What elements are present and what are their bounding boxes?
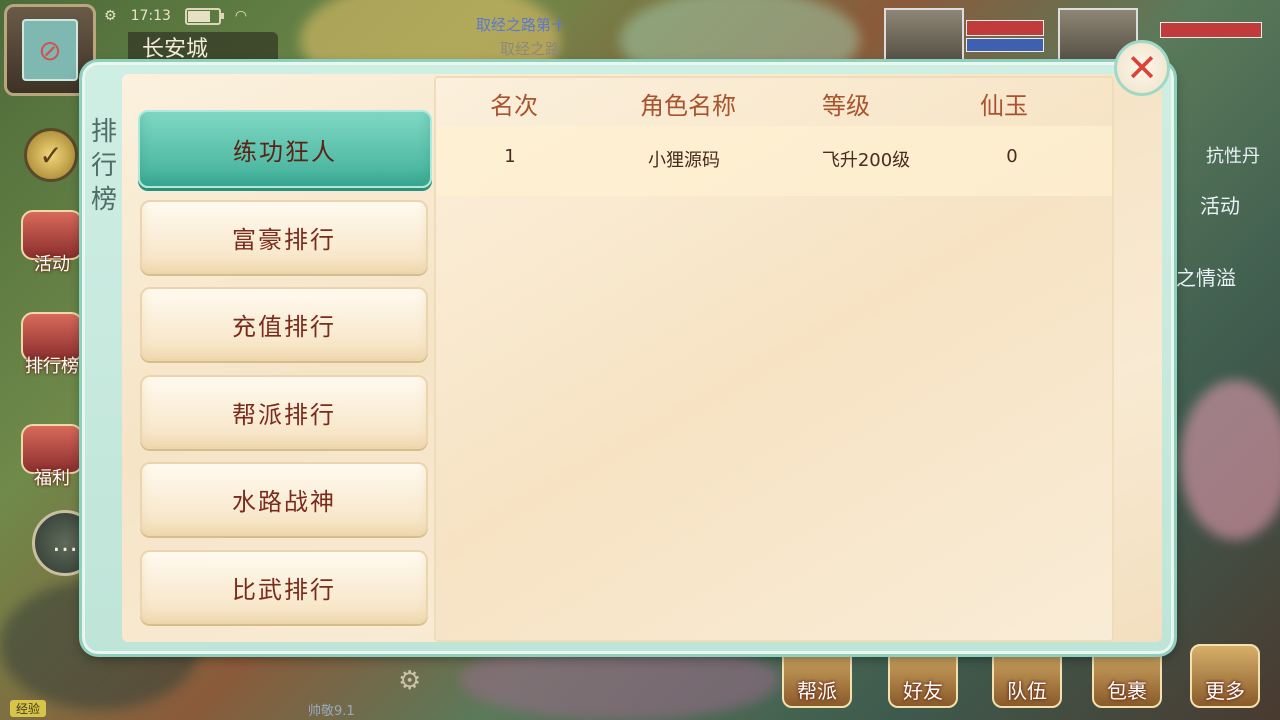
settings-gear-icon[interactable]: ⚙ (104, 8, 117, 24)
close-icon[interactable]: ✕ (1114, 40, 1170, 96)
category-tab-1[interactable]: 富豪排行 (140, 200, 428, 274)
column-header-level: 等级 (822, 92, 870, 120)
column-header-name: 角色名称 (640, 92, 736, 120)
status-bar: ⚙ 17:13 ◠ (104, 4, 247, 28)
map-icon: ⊘ (22, 19, 78, 81)
pet-mp-bar (966, 38, 1044, 52)
gear-icon[interactable]: ⚙ (398, 666, 421, 696)
table-header: 名次 角色名称 等级 仙玉 (436, 78, 1112, 124)
more-button[interactable]: 更多 (1190, 644, 1260, 708)
panel-title: 排行榜 (90, 117, 117, 215)
cell-jade: 0 (1006, 146, 1018, 167)
category-tab-4[interactable]: 水路战神 (140, 462, 428, 536)
category-tab-2[interactable]: 充值排行 (140, 287, 428, 361)
category-tab-0[interactable]: 练功狂人 (138, 110, 432, 188)
player-hp-bar (1160, 22, 1262, 38)
ranking-table: 名次 角色名称 等级 仙玉 1 小狸源码 飞升200级 0 (434, 76, 1114, 642)
bottom-text: 帅敬9.1 (308, 704, 355, 719)
cell-name: 小狸源码 (648, 150, 720, 171)
column-header-jade: 仙玉 (980, 92, 1028, 120)
right-activity-text[interactable]: 活动 (1200, 190, 1240, 219)
wifi-icon: ◠ (234, 8, 248, 24)
quest-title[interactable]: 取经之路第十 (476, 14, 566, 35)
ranking-button[interactable]: 排行榜 (12, 308, 92, 378)
clock: 17:13 (130, 8, 171, 24)
cell-level: 飞升200级 (821, 150, 911, 171)
right-event-text: 之情溢 (1176, 266, 1236, 290)
quest-subtitle: 取经之路 (500, 40, 561, 58)
column-header-rank: 名次 (490, 92, 538, 120)
category-tab-5[interactable]: 比武排行 (140, 550, 428, 624)
pet-hp-bar (966, 20, 1044, 36)
exp-label: 经验 (10, 700, 47, 717)
activity-button[interactable]: 活动 (12, 206, 92, 276)
cell-rank: 1 (504, 146, 516, 167)
right-resist-text: 抗性丹 (1206, 146, 1260, 167)
table-row[interactable]: 1 小狸源码 飞升200级 0 (436, 126, 1112, 196)
battery-icon (184, 7, 224, 25)
welfare-button[interactable]: 福利 (12, 420, 92, 490)
check-icon[interactable]: ✓ (24, 128, 78, 182)
category-tab-3[interactable]: 帮派排行 (140, 375, 428, 449)
